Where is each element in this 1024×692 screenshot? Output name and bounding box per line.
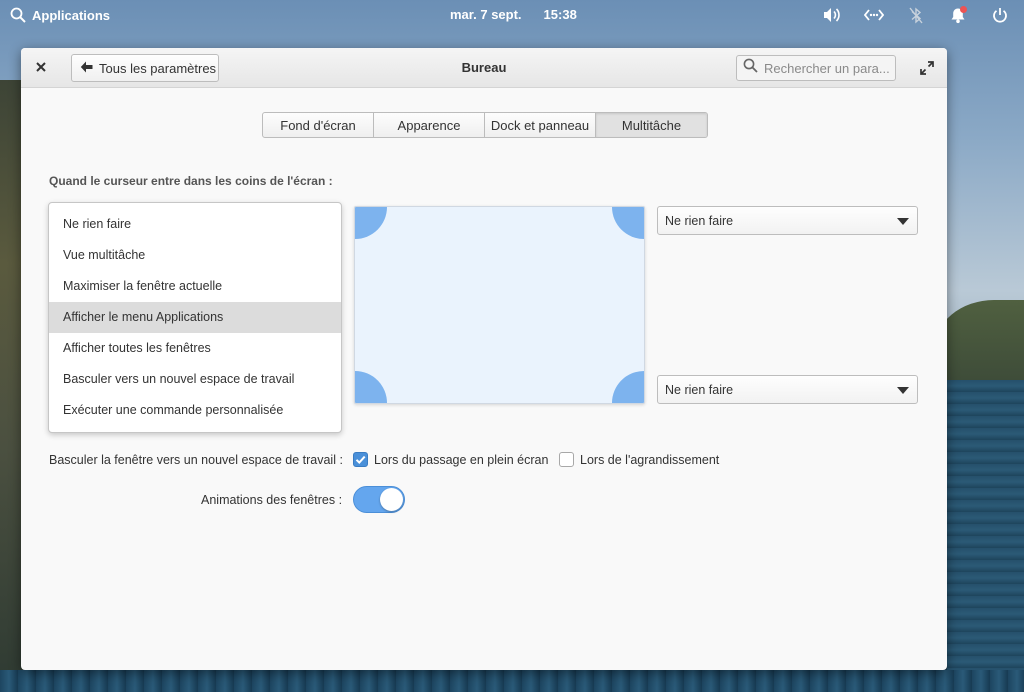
window-animations-label: Animations des fenêtres :	[201, 493, 343, 507]
close-icon	[36, 59, 46, 77]
maximize-checkbox-label[interactable]: Lors de l'agrandissement	[580, 453, 719, 467]
datetime-indicator[interactable]: mar. 7 sept. 15:38	[450, 7, 577, 22]
menu-item[interactable]: Vue multitâche	[49, 240, 341, 271]
chevron-down-icon	[897, 387, 909, 394]
menu-item[interactable]: Ne rien faire	[49, 209, 341, 240]
workspace-move-label: Basculer la fenêtre vers un nouvel espac…	[49, 453, 343, 467]
date-text: mar. 7 sept.	[450, 7, 522, 22]
maximize-checkbox[interactable]	[559, 452, 574, 467]
top-right-corner-combo[interactable]: Ne rien faire	[657, 206, 918, 235]
search-box[interactable]	[736, 55, 896, 81]
back-button[interactable]: Tous les paramètres	[71, 54, 219, 82]
wallpaper-sea-bottom	[0, 670, 1024, 692]
top-panel: Applications mar. 7 sept. 15:38	[0, 0, 1024, 30]
back-button-label: Tous les paramètres	[99, 60, 217, 76]
settings-window: Tous les paramètres Bureau Fond d'écran …	[21, 48, 947, 670]
bluetooth-off-icon[interactable]	[906, 6, 926, 24]
hot-corner-top-left	[355, 207, 387, 239]
maximize-icon	[919, 61, 935, 80]
notification-badge	[960, 6, 967, 13]
hot-corner-bottom-left	[355, 371, 387, 403]
hot-corner-top-right	[612, 207, 644, 239]
switch-knob	[380, 488, 403, 511]
hot-corners-preview	[354, 206, 645, 404]
arrow-left-icon	[80, 61, 93, 76]
search-input[interactable]	[764, 60, 889, 76]
menu-item[interactable]: Afficher toutes les fenêtres	[49, 333, 341, 364]
search-icon	[743, 58, 758, 78]
fullscreen-checkbox-label[interactable]: Lors du passage en plein écran	[374, 453, 548, 467]
fullscreen-checkbox[interactable]	[353, 452, 368, 467]
menu-item-highlighted[interactable]: Afficher le menu Applications	[49, 302, 341, 333]
combo-value: Ne rien faire	[665, 213, 734, 228]
power-icon[interactable]	[990, 6, 1010, 24]
wallpaper-cliff-right	[934, 300, 1024, 390]
network-icon[interactable]	[864, 6, 884, 24]
menu-item[interactable]: Exécuter une commande personnalisée	[49, 395, 341, 426]
bottom-right-corner-combo[interactable]: Ne rien faire	[657, 375, 918, 404]
tab-multitasking[interactable]: Multitâche	[596, 113, 707, 137]
notifications-icon[interactable]	[948, 6, 968, 24]
checkmark-icon	[354, 453, 367, 466]
titlebar: Tous les paramètres Bureau	[21, 48, 947, 88]
wallpaper-sea-right	[947, 380, 1024, 692]
search-icon	[10, 7, 26, 23]
tab-dock-panel[interactable]: Dock et panneau	[485, 113, 596, 137]
chevron-down-icon	[897, 218, 909, 225]
tab-wallpaper[interactable]: Fond d'écran	[263, 113, 374, 137]
system-tray	[822, 6, 1010, 24]
close-button[interactable]	[33, 60, 49, 76]
time-text: 15:38	[543, 7, 577, 22]
menu-item[interactable]: Maximiser la fenêtre actuelle	[49, 271, 341, 302]
hot-corner-bottom-right	[612, 371, 644, 403]
volume-icon[interactable]	[822, 6, 842, 24]
combo-value: Ne rien faire	[665, 382, 734, 397]
tab-appearance[interactable]: Apparence	[374, 113, 485, 137]
menu-item[interactable]: Basculer vers un nouvel espace de travai…	[49, 364, 341, 395]
corner-action-dropdown-menu: Ne rien faire Vue multitâche Maximiser l…	[48, 202, 342, 433]
window-animations-switch[interactable]	[353, 486, 405, 513]
tab-bar: Fond d'écran Apparence Dock et panneau M…	[262, 112, 708, 138]
applications-label: Applications	[32, 7, 111, 23]
maximize-button[interactable]	[919, 60, 935, 76]
applications-menu-button[interactable]: Applications	[10, 7, 110, 23]
hot-corners-heading: Quand le curseur entre dans les coins de…	[49, 174, 333, 188]
